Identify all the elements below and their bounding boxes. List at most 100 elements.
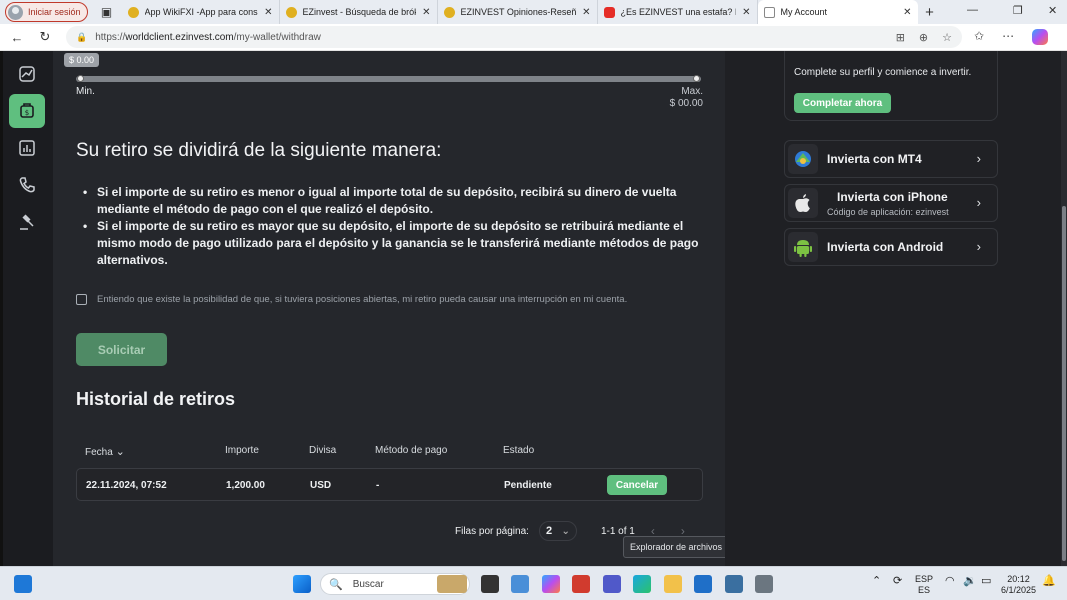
nav-wallet[interactable]: $ <box>9 94 45 128</box>
cell-fecha: 22.11.2024, 07:52 <box>86 480 167 491</box>
slider-handle[interactable] <box>77 75 84 82</box>
notification-bell-icon[interactable]: 🔔 <box>1042 576 1056 587</box>
signin-button[interactable]: Iniciar sesión <box>5 2 88 22</box>
cell-divisa: USD <box>310 480 332 491</box>
page-scrollbar[interactable] <box>1061 51 1067 566</box>
favorite-star-icon[interactable]: ☆ <box>942 31 952 44</box>
language-indicator[interactable]: ESP ES <box>915 574 933 596</box>
app-icon[interactable] <box>511 575 529 593</box>
amount-slider[interactable] <box>76 75 701 82</box>
chevron-right-icon: › <box>976 239 981 254</box>
column-header-importe: Importe <box>225 445 259 456</box>
wifi-icon[interactable]: ◠ <box>945 576 955 587</box>
withdraw-rules-list: Si el importe de su retiro es menor o ig… <box>83 184 708 269</box>
sync-icon[interactable]: ⟳ <box>893 576 902 587</box>
tab-wikifx-app[interactable]: App WikiFXI -App para consulta ✕ <box>122 0 280 24</box>
tab-ezinvest-busqueda[interactable]: EZinvest - Búsqueda de bróker c ✕ <box>280 0 438 24</box>
zoom-icon[interactable]: ⊕ <box>919 31 928 44</box>
acrobat-icon[interactable] <box>572 575 590 593</box>
cell-estado: Pendiente <box>504 480 552 491</box>
close-tab-icon[interactable]: ✕ <box>582 7 590 18</box>
scrollbar-thumb[interactable] <box>1062 206 1066 561</box>
slider-max-marker <box>693 75 700 82</box>
rows-per-page-value: 2 <box>545 525 553 537</box>
volume-icon[interactable]: 🔉 <box>963 576 977 587</box>
app-card-title: Invierta con iPhone <box>837 190 948 204</box>
new-tab-button[interactable]: + <box>918 4 942 21</box>
nav-support-phone[interactable] <box>9 168 45 202</box>
copilot-taskbar-icon[interactable] <box>542 575 560 593</box>
task-view-icon[interactable] <box>481 575 499 593</box>
cell-metodo: - <box>376 480 380 491</box>
apple-icon <box>788 188 818 218</box>
acknowledge-checkbox-label: Entiendo que existe la posibilidad de qu… <box>97 294 628 305</box>
tab-ezinvest-opiniones[interactable]: EZINVEST Opiniones-Reseñas d ✕ <box>438 0 598 24</box>
mt4-icon <box>788 144 818 174</box>
chevron-up-icon[interactable]: ⌃ <box>872 576 881 587</box>
file-explorer-tooltip: Explorador de archivos <box>623 536 730 558</box>
lock-icon: 🔒 <box>76 31 88 42</box>
close-tab-icon[interactable]: ✕ <box>264 7 272 18</box>
windows-start-icon[interactable] <box>293 575 311 593</box>
taskbar-search[interactable]: 🔍 Buscar <box>320 573 470 595</box>
column-header-fecha[interactable]: Fecha ⌄ <box>85 445 125 458</box>
nav-tools[interactable] <box>9 205 45 239</box>
complete-profile-button[interactable]: Completar ahora <box>794 93 891 113</box>
chart-icon <box>19 66 35 82</box>
app-card-mt4[interactable]: Invierta con MT4 › <box>784 140 998 178</box>
store-icon[interactable] <box>694 575 712 593</box>
rows-per-page-select[interactable]: 2 ⌄ <box>538 521 577 541</box>
edge-icon[interactable] <box>633 575 651 593</box>
right-sidebar: Complete su perfil y comience a invertir… <box>725 51 1064 566</box>
page-favicon-icon <box>763 6 775 18</box>
refresh-icon[interactable]: ↻ <box>34 29 56 45</box>
tab-my-account[interactable]: My Account ✕ <box>757 0 918 24</box>
minimize-icon[interactable]: — <box>967 4 978 16</box>
cell-importe: 1,200.00 <box>226 480 265 491</box>
app-card-android[interactable]: Invierta con Android › <box>784 228 998 266</box>
chevron-down-icon: ⌄ <box>561 525 570 537</box>
solicitar-button[interactable]: Solicitar <box>76 333 167 366</box>
tab-ezinvest-estafa[interactable]: ¿Es EZINVEST una estafa? Inverc ✕ <box>598 0 758 24</box>
maximize-icon[interactable]: ❐ <box>1013 4 1023 17</box>
calculator-icon[interactable] <box>755 575 773 593</box>
more-menu-icon[interactable]: ⋯ <box>1002 29 1014 45</box>
android-icon <box>788 232 818 262</box>
favorites-icon[interactable]: ✩ <box>974 29 984 45</box>
close-tab-icon[interactable]: ✕ <box>903 7 911 18</box>
teams-icon[interactable] <box>603 575 621 593</box>
search-label: Buscar <box>352 578 384 590</box>
close-tab-icon[interactable]: ✕ <box>742 7 750 18</box>
windows-taskbar: 🔍 Buscar ⌃ ⟳ ESP ES ◠ 🔉 ▭ 20:12 6/1/2025… <box>0 566 1067 600</box>
phone-icon <box>19 177 35 193</box>
rows-per-page-label: Filas por página: <box>455 525 529 537</box>
address-bar[interactable]: 🔒 https://worldclient.ezinvest.com/my-wa… <box>66 26 962 48</box>
page-range: 1-1 of 1 <box>600 525 635 537</box>
app-icon[interactable] <box>725 575 743 593</box>
file-explorer-icon[interactable] <box>664 575 682 593</box>
chevron-down-icon: ⌄ <box>115 446 125 458</box>
withdraw-split-heading: Su retiro se dividirá de la siguiente ma… <box>76 140 442 161</box>
nav-trading-chart[interactable] <box>9 57 45 91</box>
language-code: ESP <box>915 574 934 584</box>
tab-actions-icon[interactable]: ▣ <box>96 2 118 22</box>
column-header-divisa: Divisa <box>309 445 337 456</box>
back-arrow-icon[interactable]: ← <box>6 30 28 45</box>
app-card-iphone[interactable]: Invierta con iPhone Código de aplicación… <box>784 184 998 222</box>
chevron-right-icon: › <box>976 151 981 166</box>
app-available-icon[interactable]: ⊞ <box>896 31 905 44</box>
close-window-icon[interactable]: ✕ <box>1048 4 1057 17</box>
withdraw-main: $ 0.00 Min. Max. $ 00.00 Su retiro se di… <box>53 51 730 566</box>
app-card-title: Invierta con MT4 <box>827 152 922 166</box>
app-card-title: Invierta con Android <box>827 240 944 254</box>
wikifx-favicon-icon <box>127 6 139 18</box>
wallet-icon: $ <box>20 103 34 118</box>
widgets-icon[interactable] <box>14 575 32 593</box>
cancel-withdrawal-button[interactable]: Cancelar <box>607 475 667 495</box>
nav-reports[interactable] <box>9 131 45 165</box>
acknowledge-checkbox[interactable] <box>76 294 87 305</box>
close-tab-icon[interactable]: ✕ <box>422 7 430 18</box>
copilot-icon[interactable] <box>1032 29 1049 45</box>
clock[interactable]: 20:12 6/1/2025 <box>1001 574 1036 596</box>
battery-icon[interactable]: ▭ <box>981 576 991 587</box>
